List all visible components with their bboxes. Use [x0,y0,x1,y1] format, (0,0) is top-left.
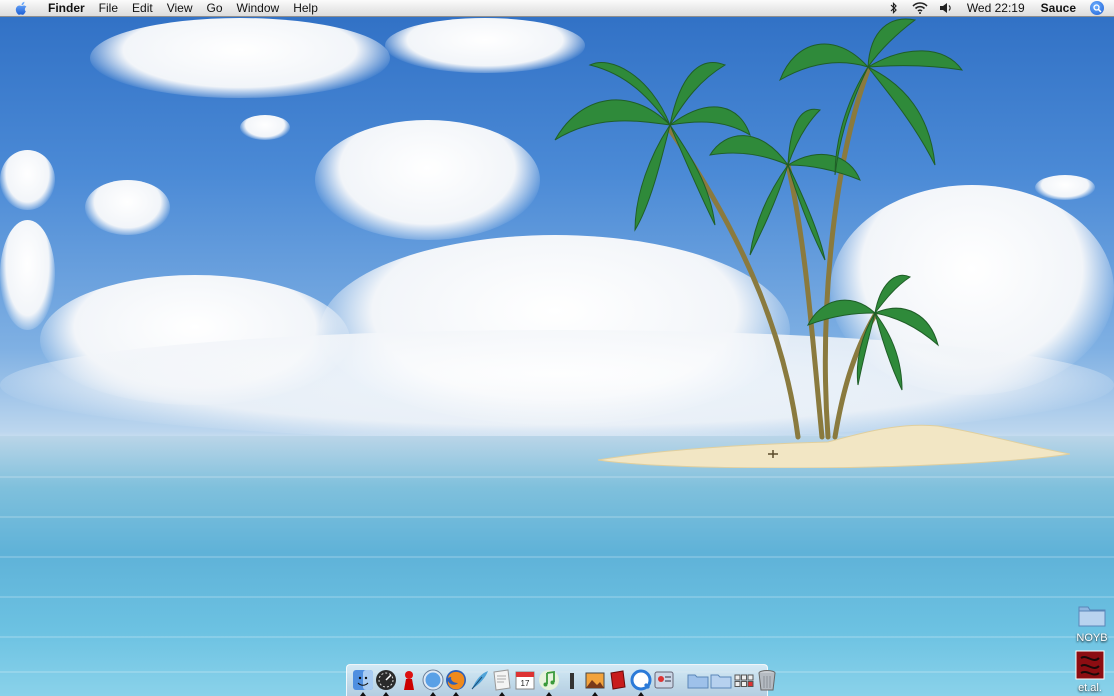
running-indicator [545,692,552,696]
grid-icon [734,674,754,687]
running-indicator [499,692,506,696]
chess-piece-icon [404,671,415,690]
dock-dashboard[interactable] [375,669,397,696]
menu-window[interactable]: Window [230,0,287,17]
apple-icon[interactable] [14,1,28,15]
running-indicator [360,692,366,696]
cloud [1035,175,1095,200]
image-file-icon [1075,650,1105,680]
dock-itunes[interactable] [538,669,560,696]
sea [0,436,1114,696]
photo-viewer-icon [585,672,605,689]
trash-icon [758,670,776,691]
dock-quill[interactable] [468,669,490,691]
sand-island [598,424,1070,468]
calendar-icon: 17 [515,671,535,690]
firefox-icon [445,670,466,690]
cloud [0,150,55,210]
menu-view[interactable]: View [160,0,200,17]
dock-finder[interactable] [352,669,374,696]
dock-red-book[interactable] [607,669,629,691]
safari-compass-icon [422,669,444,691]
folder-stack-2-icon [710,674,732,689]
menu-help[interactable]: Help [286,0,325,17]
dock-textedit[interactable] [491,669,513,696]
user-menu[interactable]: Sauce [1033,1,1084,15]
spotlight-search-icon[interactable] [1090,1,1104,15]
menu-edit[interactable]: Edit [125,0,160,17]
bluetooth-icon[interactable] [886,1,902,16]
wifi-icon[interactable] [912,1,928,16]
running-indicator [452,692,459,696]
app-menu-finder[interactable]: Finder [40,0,92,17]
menu-bar: Finder File Edit View Go Window Help Wed… [0,0,1114,17]
dock-folder-stack[interactable] [687,669,709,691]
quicktime-icon [630,669,652,691]
cloud [90,18,390,98]
dock-tools[interactable] [653,669,675,691]
desktop-icon-label: NOYB [1076,632,1108,644]
running-indicator [638,692,645,696]
dock-ical[interactable]: 17 [514,669,536,691]
finder-icon [353,670,373,690]
dock-safari[interactable] [422,669,444,696]
dock-folder-stack-2[interactable] [710,669,732,691]
dashboard-icon [376,670,397,690]
desktop-background [0,0,1114,696]
cloud [85,180,170,235]
menu-clock[interactable]: Wed 22:19 [959,1,1033,15]
running-indicator [591,692,598,696]
folder-icon [1077,600,1107,630]
desktop-icon-label: et.al. [1078,682,1102,694]
text-document-icon [493,669,511,691]
cloud [240,115,290,140]
terminal-icon [569,673,574,689]
dock: 17 [346,664,776,696]
folder-stack-icon [687,674,709,689]
red-book-icon [610,670,626,690]
cloud [0,220,55,330]
running-indicator [383,692,390,696]
desktop-icon-etal[interactable]: et.al. [1065,650,1114,694]
tools-icon [654,671,674,689]
running-indicator [429,692,436,696]
desktop-icon-noyb[interactable]: NOYB [1067,600,1114,644]
svg-text:17: 17 [521,679,530,688]
dock-photo-viewer[interactable] [584,669,606,696]
dock-chess[interactable] [398,669,420,691]
menu-extras: Wed 22:19 Sauce [881,0,1114,17]
dock-grid[interactable] [733,669,755,691]
dock-trash[interactable] [756,669,778,691]
dock-terminal[interactable] [561,669,583,691]
dock-quicktime[interactable] [630,669,652,696]
menu-go[interactable]: Go [200,0,230,17]
dock-firefox[interactable] [445,669,467,696]
cloud [315,120,540,240]
volume-icon[interactable] [938,1,954,16]
music-note-icon [538,670,559,690]
menu-file[interactable]: File [92,0,125,17]
quill-icon [471,671,488,690]
palm-trees [554,18,964,440]
